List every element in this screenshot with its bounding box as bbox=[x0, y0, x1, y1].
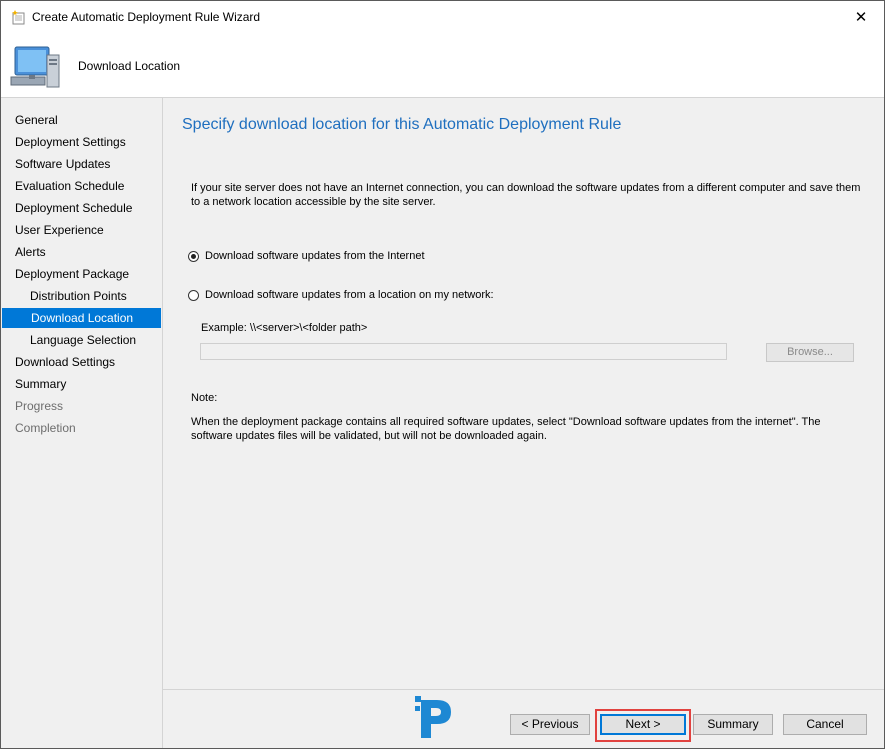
radio-download-network[interactable]: Download software updates from a locatio… bbox=[188, 289, 494, 301]
radio-network-indicator[interactable] bbox=[188, 289, 199, 301]
browse-button[interactable]: Browse... bbox=[766, 343, 854, 362]
network-path-input[interactable] bbox=[200, 343, 727, 360]
sidebar-item-distribution-points[interactable]: Distribution Points bbox=[1, 286, 162, 306]
title-bar: Create Automatic Deployment Rule Wizard … bbox=[1, 1, 884, 33]
description-text: If your site server does not have an Int… bbox=[191, 182, 861, 208]
radio-internet-label: Download software updates from the Inter… bbox=[205, 250, 425, 262]
close-icon: ✕ bbox=[854, 9, 868, 26]
path-example: Example: \\<server>\<folder path> bbox=[201, 322, 368, 334]
note-label: Note: bbox=[191, 392, 218, 404]
sidebar-item-summary[interactable]: Summary bbox=[1, 374, 162, 394]
note-text: When the deployment package contains all… bbox=[191, 416, 821, 442]
radio-download-internet[interactable]: Download software updates from the Inter… bbox=[188, 250, 425, 262]
summary-button[interactable]: Summary bbox=[693, 714, 773, 735]
content-area: Specify download location for this Autom… bbox=[163, 98, 884, 688]
sidebar-item-deployment-settings[interactable]: Deployment Settings bbox=[1, 132, 162, 152]
wizard-footer: < Previous Next > Summary Cancel bbox=[163, 689, 884, 748]
radio-network-label: Download software updates from a locatio… bbox=[205, 289, 494, 301]
sidebar-item-alerts[interactable]: Alerts bbox=[1, 242, 162, 262]
sidebar-item-general[interactable]: General bbox=[1, 110, 162, 130]
wizard-header: Download Location bbox=[1, 33, 884, 98]
page-heading: Specify download location for this Autom… bbox=[182, 116, 622, 133]
sidebar-item-user-experience[interactable]: User Experience bbox=[1, 220, 162, 240]
wizard-window: Create Automatic Deployment Rule Wizard … bbox=[0, 0, 885, 749]
sidebar-item-deployment-schedule[interactable]: Deployment Schedule bbox=[1, 198, 162, 218]
wizard-step-list: General Deployment Settings Software Updat… bbox=[1, 98, 163, 748]
sidebar-item-progress: Progress bbox=[15, 399, 64, 413]
radio-internet-indicator[interactable] bbox=[188, 250, 199, 262]
previous-button[interactable]: < Previous bbox=[510, 714, 590, 735]
sidebar-item-download-location[interactable]: Download Location bbox=[2, 308, 161, 328]
download-location-panel: Specify download location for this Autom… bbox=[163, 98, 884, 688]
computer-icon bbox=[10, 46, 60, 88]
sidebar-item-completion: Completion bbox=[15, 421, 76, 435]
sidebar-item-evaluation-schedule[interactable]: Evaluation Schedule bbox=[1, 176, 162, 196]
brand-logo bbox=[415, 696, 451, 738]
next-button[interactable]: Next > bbox=[600, 714, 686, 735]
cancel-button[interactable]: Cancel bbox=[783, 714, 867, 735]
page-title: Download Location bbox=[78, 59, 181, 73]
sidebar-item-deployment-package[interactable]: Deployment Package bbox=[1, 264, 162, 284]
close-button[interactable]: ✕ bbox=[838, 1, 884, 33]
window-title: Create Automatic Deployment Rule Wizard bbox=[32, 10, 261, 24]
sidebar-item-language-selection[interactable]: Language Selection bbox=[1, 330, 162, 350]
sidebar-item-download-settings[interactable]: Download Settings bbox=[1, 352, 162, 372]
sidebar-item-software-updates[interactable]: Software Updates bbox=[1, 154, 162, 174]
wizard-app-icon bbox=[12, 10, 25, 25]
